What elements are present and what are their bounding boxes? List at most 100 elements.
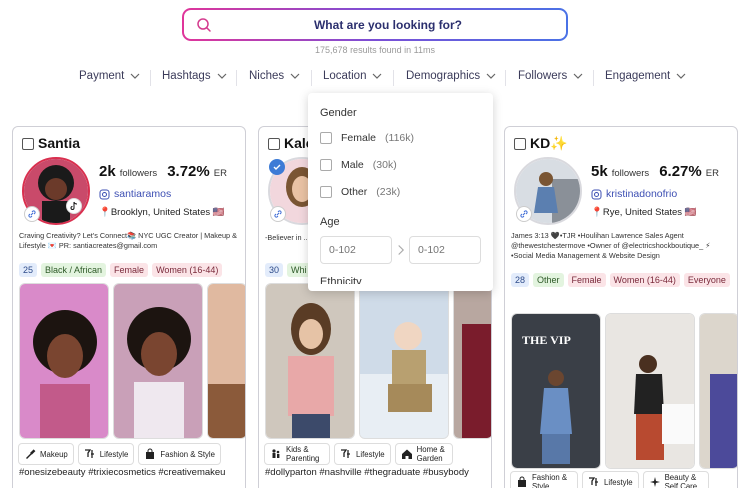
- link-icon[interactable]: [24, 206, 40, 222]
- category-lifestyle[interactable]: Lifestyle: [334, 443, 391, 465]
- filter-label: Niches: [249, 70, 285, 82]
- lifestyle-icon: [589, 477, 598, 486]
- filter-label: Payment: [79, 70, 125, 82]
- post-image[interactable]: [359, 283, 449, 439]
- ethnicity-title: Ethnicity: [320, 276, 362, 284]
- demographics-dropdown: Gender Female (116k) Male (30k) Other (23k)…: [308, 93, 493, 291]
- gender-option-male[interactable]: Male (30k): [320, 157, 481, 173]
- category-kids[interactable]: Kids & Parenting: [264, 443, 330, 465]
- select-checkbox[interactable]: [514, 138, 526, 150]
- er-label: ER: [213, 168, 227, 179]
- post-image[interactable]: [699, 313, 737, 469]
- search-bar: [182, 8, 568, 41]
- verified-icon: [269, 159, 285, 175]
- category-list: Makeup Lifestyle Fashion & Style: [18, 443, 221, 465]
- category-lifestyle[interactable]: Lifestyle: [77, 443, 135, 465]
- followers-count: 5k: [591, 163, 608, 180]
- search-box: [184, 10, 566, 39]
- filter-hashtags[interactable]: Hashtags: [162, 70, 227, 82]
- category-list: Kids & Parenting Lifestyle Home & Garden: [264, 443, 453, 465]
- followers-label: followers: [611, 168, 650, 179]
- search-input[interactable]: [220, 14, 556, 36]
- tag-list: 28 Other Female Women (16-44) Everyone: [511, 273, 733, 287]
- chevron-down-icon: [130, 73, 140, 79]
- age-tag: 28: [511, 273, 530, 287]
- photo-strip: [19, 283, 245, 439]
- ethnicity-tag: Whi: [287, 263, 311, 277]
- category-beauty[interactable]: Beauty & Self Care: [642, 471, 709, 488]
- handle-text: santiaramos: [114, 188, 172, 200]
- category-fashion[interactable]: Fashion & Style: [510, 471, 578, 488]
- category-label: Lifestyle: [99, 449, 129, 459]
- hashtags: #onesizebeauty #trixiecosmetics #creativ…: [19, 467, 226, 478]
- category-label: Fashion & Style: [160, 449, 215, 459]
- filter-label: Hashtags: [162, 70, 211, 82]
- post-image[interactable]: [113, 283, 203, 439]
- checkbox[interactable]: [320, 159, 332, 171]
- category-label: Fashion & Style: [532, 473, 568, 488]
- select-checkbox[interactable]: [268, 138, 280, 150]
- post-image[interactable]: [453, 283, 491, 439]
- instagram-handle[interactable]: santiaramos: [99, 188, 171, 200]
- checkbox[interactable]: [320, 186, 332, 198]
- post-image[interactable]: THE VIP: [511, 313, 601, 469]
- results-count: 175,678 results found in 11ms: [315, 45, 435, 55]
- age-min-input[interactable]: [320, 236, 392, 264]
- select-checkbox[interactable]: [22, 138, 34, 150]
- gender-option-female[interactable]: Female (116k): [320, 130, 481, 146]
- creator-name: Santia: [38, 135, 81, 151]
- category-fashion[interactable]: Fashion & Style: [138, 443, 221, 465]
- age-title: Age: [320, 216, 340, 228]
- creator-card[interactable]: Santia 2k followers 3.72% ER santiaramos…: [12, 126, 246, 488]
- link-icon[interactable]: [516, 206, 532, 222]
- tiktok-icon[interactable]: [66, 198, 82, 214]
- filter-demographics[interactable]: Demographics: [406, 70, 496, 82]
- category-list: Fashion & Style Lifestyle Beauty & Self …: [510, 471, 709, 488]
- followers-label: followers: [119, 168, 158, 179]
- search-icon: [197, 18, 211, 32]
- gender-option-other[interactable]: Other (23k): [320, 184, 481, 200]
- option-count: (30k): [372, 159, 397, 171]
- bio: Craving Creativity? Let's Connect📚 NYC U…: [19, 231, 237, 250]
- er-value: 3.72%: [167, 163, 210, 180]
- brush-icon: [26, 449, 36, 459]
- filter-followers[interactable]: Followers: [518, 70, 583, 82]
- photo-strip: THE VIP: [511, 313, 737, 469]
- checkbox[interactable]: [320, 132, 332, 144]
- audience-tag: Women (16-44): [152, 263, 223, 277]
- post-image[interactable]: [19, 283, 109, 439]
- filter-niches[interactable]: Niches: [249, 70, 300, 82]
- filter-label: Location: [323, 70, 367, 82]
- er-value: 6.27%: [659, 163, 702, 180]
- post-image[interactable]: [605, 313, 695, 469]
- bio: James 3:13 🖤•TJR •Houlihan Lawrence Sale…: [511, 231, 711, 260]
- kids-icon: [272, 449, 280, 458]
- category-home[interactable]: Home & Garden: [394, 443, 453, 465]
- hashtags: #dollyparton #nashville #thegraduate #bu…: [265, 467, 469, 478]
- stats: 5k followers 6.27% ER: [591, 163, 725, 180]
- chevron-down-icon: [290, 73, 300, 79]
- category-lifestyle[interactable]: Lifestyle: [582, 471, 639, 488]
- location: 📍Rye, United States 🇺🇸: [591, 207, 697, 218]
- chevron-down-icon: [217, 73, 227, 79]
- filter-payment[interactable]: Payment: [79, 70, 140, 82]
- creator-name: KD✨: [530, 135, 568, 151]
- filter-location[interactable]: Location: [323, 70, 382, 82]
- age-max-input[interactable]: [409, 236, 481, 264]
- category-makeup[interactable]: Makeup: [18, 443, 74, 465]
- creator-card[interactable]: KD✨ 5k followers 6.27% ER kristinadonofr…: [504, 126, 738, 488]
- category-label: Kids & Parenting: [286, 445, 320, 463]
- gender-tag: Female: [110, 263, 149, 277]
- lifestyle-icon: [84, 449, 94, 458]
- age-range: [320, 236, 481, 264]
- chevron-down-icon: [676, 73, 686, 79]
- option-label: Male: [341, 159, 364, 171]
- post-image[interactable]: [265, 283, 355, 439]
- instagram-handle[interactable]: kristinadonofrio: [591, 188, 677, 200]
- link-icon[interactable]: [270, 206, 286, 222]
- post-image[interactable]: [207, 283, 245, 439]
- filter-engagement[interactable]: Engagement: [605, 70, 686, 82]
- home-icon: [401, 449, 412, 459]
- category-label: Lifestyle: [356, 449, 385, 459]
- option-label: Other: [341, 186, 368, 198]
